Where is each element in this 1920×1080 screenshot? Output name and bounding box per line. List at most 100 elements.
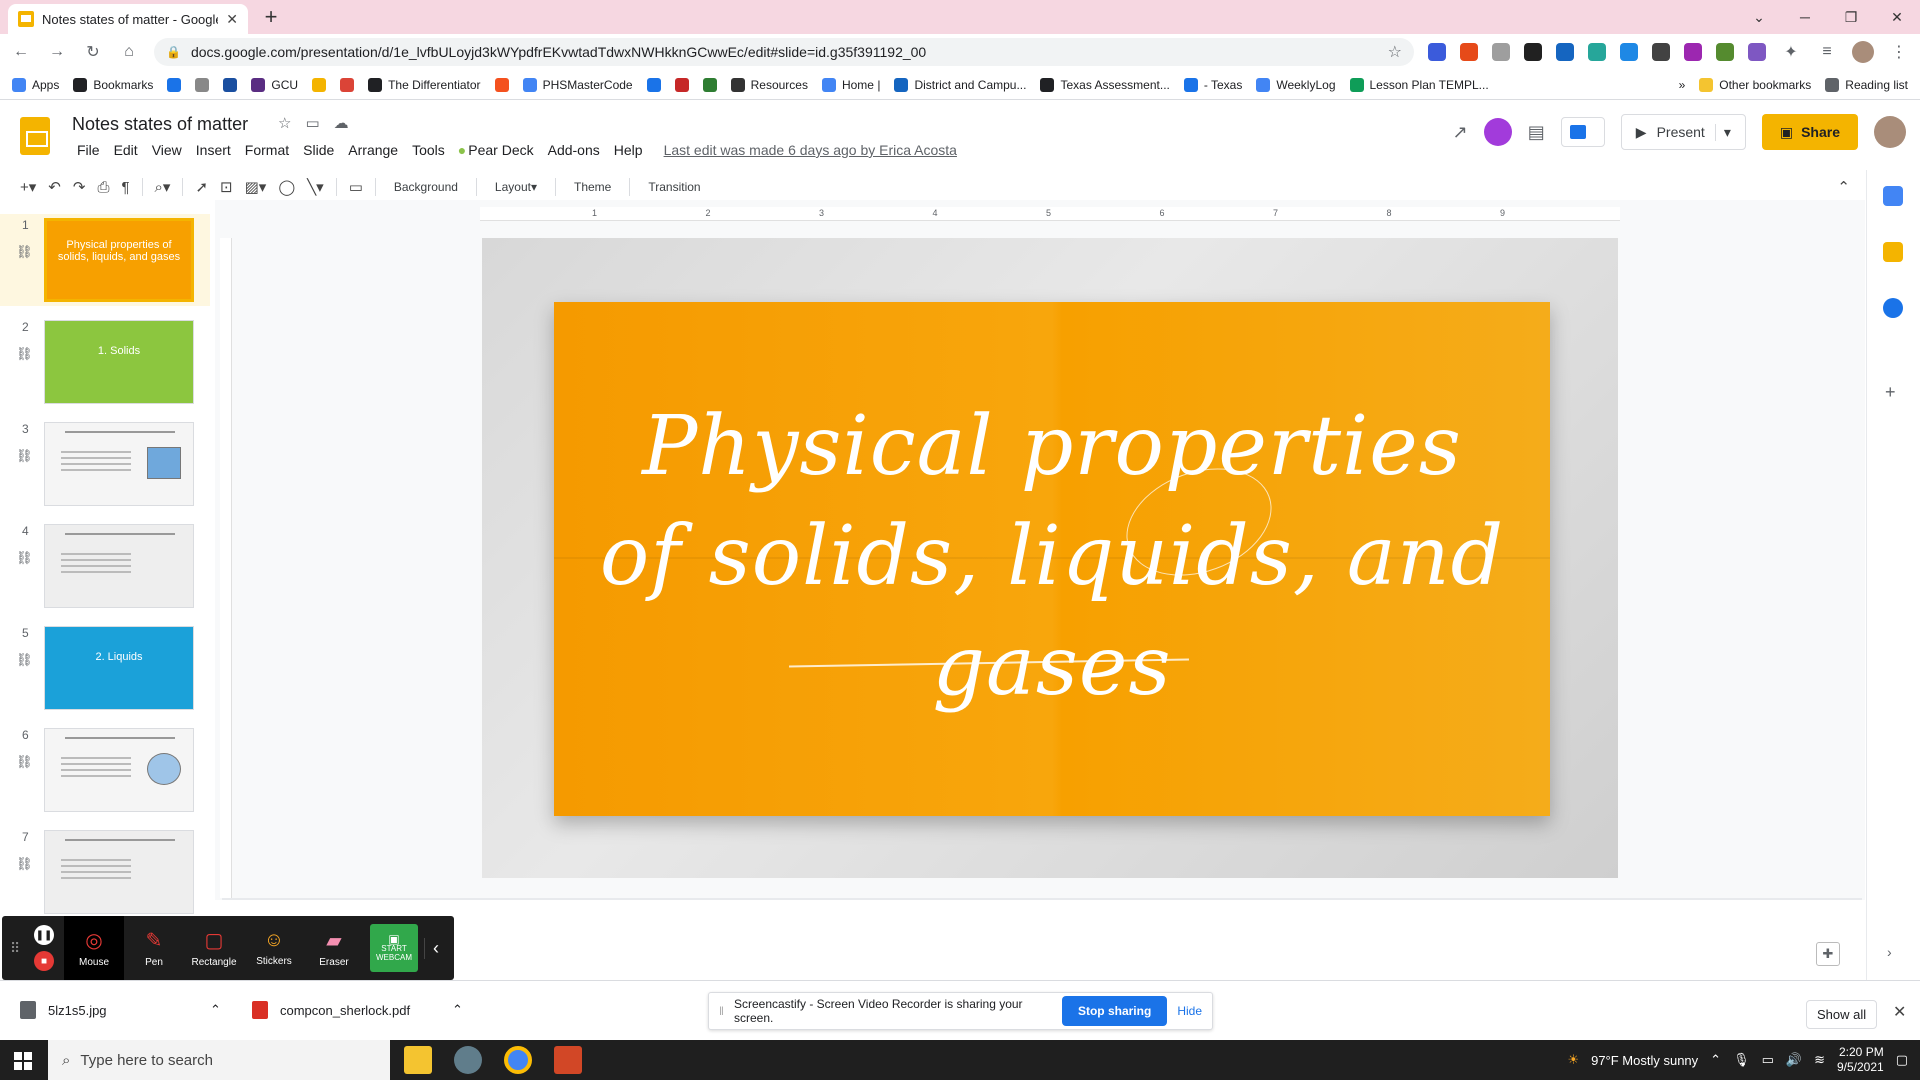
slide-thumbnail-row[interactable]: 4 ⛓	[0, 520, 210, 612]
layout-button[interactable]: Layout▾	[489, 180, 543, 194]
tasks-icon[interactable]	[1883, 298, 1903, 318]
extension-icon[interactable]	[1684, 43, 1702, 61]
profile-dropdown-icon[interactable]: ⌄	[1736, 9, 1782, 26]
chrome-icon[interactable]	[504, 1046, 532, 1074]
theme-button[interactable]: Theme	[568, 180, 617, 194]
bookmark-item[interactable]: - Texas	[1183, 77, 1242, 92]
linked-slide-icon[interactable]: ⛓	[16, 448, 33, 464]
start-webcam-button[interactable]: ▣ START WEBCAM	[370, 924, 418, 972]
bookmark-item[interactable]	[494, 77, 509, 92]
download-item[interactable]: compcon_sherlock.pdf ⌃	[252, 1001, 463, 1019]
bookmark-item[interactable]: WeeklyLog	[1256, 77, 1336, 92]
reading-list[interactable]: Reading list	[1825, 77, 1908, 92]
browser-tab[interactable]: Notes states of matter - Google ✕	[8, 4, 248, 34]
slide-thumbnail-row[interactable]: 1 ⛓ Physical properties of solids, liquids…	[0, 214, 210, 306]
file-explorer-icon[interactable]	[404, 1046, 432, 1074]
wifi-icon[interactable]: ≋	[1814, 1052, 1825, 1068]
extension-icon[interactable]	[1620, 43, 1638, 61]
bookmark-item[interactable]: Home |	[821, 77, 880, 92]
line-icon[interactable]: ╲▾	[307, 178, 324, 196]
calendar-icon[interactable]	[1883, 186, 1903, 206]
download-options-icon[interactable]: ⌃	[210, 1002, 221, 1018]
menu-file[interactable]: File	[70, 142, 107, 158]
current-slide[interactable]: Physical properties of solids, liquids, …	[482, 238, 1618, 878]
bookmark-item[interactable]	[646, 77, 661, 92]
extension-icon[interactable]	[1556, 43, 1574, 61]
bookmark-item[interactable]: Apps	[12, 77, 59, 92]
new-slide-icon[interactable]: +▾	[20, 178, 36, 196]
menu-slide[interactable]: Slide	[296, 142, 341, 158]
bookmark-item[interactable]	[167, 77, 182, 92]
paint-format-icon[interactable]: ¶	[121, 179, 129, 196]
windows-start-icon[interactable]	[14, 1052, 32, 1070]
slide-thumbnail-row[interactable]: 2 ⛓ 1. Solids	[0, 316, 210, 408]
slide-thumbnail[interactable]	[44, 422, 194, 506]
undo-icon[interactable]: ↶	[48, 178, 61, 196]
notifications-icon[interactable]: ▢	[1896, 1052, 1908, 1068]
slide-thumbnail-row[interactable]: 7 ⛓	[0, 826, 210, 918]
get-addons-icon[interactable]: +	[1885, 382, 1896, 403]
app-icon[interactable]	[454, 1046, 482, 1074]
bookmark-item[interactable]: GCU	[251, 77, 298, 92]
extension-icon[interactable]	[1652, 43, 1670, 61]
tray-chevron-icon[interactable]: ⌃	[1710, 1052, 1721, 1068]
bookmark-item[interactable]: The Differentiator	[368, 77, 481, 92]
lock-icon[interactable]: 🔒	[166, 45, 181, 59]
transition-button[interactable]: Transition	[642, 180, 706, 194]
menu-arrange[interactable]: Arrange	[341, 142, 405, 158]
profile-avatar[interactable]	[1852, 41, 1874, 63]
present-dropdown-icon[interactable]: ▾	[1714, 123, 1731, 141]
microphone-icon[interactable]: 🎙	[1733, 1052, 1750, 1068]
address-bar[interactable]: 🔒 docs.google.com/presentation/d/1e_lvfb…	[154, 38, 1414, 66]
forward-icon[interactable]: →	[46, 43, 68, 61]
drag-handle-icon[interactable]: ⠿	[10, 940, 24, 957]
document-title[interactable]: Notes states of matter	[72, 114, 248, 135]
slide-thumbnail[interactable]: 2. Liquids	[44, 626, 194, 710]
bookmark-item[interactable]	[674, 77, 689, 92]
network-icon[interactable]: ▭	[1762, 1052, 1774, 1068]
extension-icon[interactable]	[1428, 43, 1446, 61]
google-slides-logo-icon[interactable]	[20, 117, 50, 155]
image-icon[interactable]: ▨▾	[245, 178, 267, 196]
slide-thumbnail-row[interactable]: 6 ⛓	[0, 724, 210, 816]
text-box-icon[interactable]: ⊡	[220, 178, 233, 196]
drag-grip-icon[interactable]: ‖	[719, 1004, 724, 1018]
stickers-tool[interactable]: ☺ Stickers	[244, 916, 304, 980]
slide-thumbnail[interactable]: 1. Solids	[44, 320, 194, 404]
collapse-toolbar-chevron-icon[interactable]: ‹	[424, 937, 447, 959]
slide-thumbnail[interactable]	[44, 830, 194, 914]
activity-trend-icon[interactable]: ↗	[1453, 122, 1468, 143]
slide-thumbnail[interactable]	[44, 524, 194, 608]
bookmark-star-icon[interactable]: ☆	[1388, 42, 1402, 62]
last-edit-link[interactable]: Last edit was made 6 days ago by Erica A…	[650, 142, 964, 158]
redo-icon[interactable]: ↷	[73, 178, 86, 196]
linked-slide-icon[interactable]: ⛓	[16, 856, 33, 872]
linked-slide-icon[interactable]: ⛓	[16, 346, 33, 362]
extensions-puzzle-icon[interactable]: ✦	[1780, 42, 1802, 62]
restore-icon[interactable]: ❐	[1828, 9, 1874, 26]
close-tab-icon[interactable]: ✕	[226, 11, 238, 28]
zoom-icon[interactable]: ⌕▾	[155, 178, 171, 196]
menu-add-ons[interactable]: Add-ons	[541, 142, 607, 158]
star-icon[interactable]: ☆	[278, 114, 291, 132]
volume-icon[interactable]: 🔊	[1786, 1052, 1802, 1068]
clock[interactable]: 2:20 PM 9/5/2021	[1837, 1045, 1884, 1075]
bookmark-item[interactable]	[195, 77, 210, 92]
download-options-icon[interactable]: ⌃	[452, 1002, 463, 1018]
extension-icon[interactable]	[1492, 43, 1510, 61]
stop-record-icon[interactable]: ■	[34, 951, 54, 971]
extension-icon[interactable]	[1524, 43, 1542, 61]
explore-icon[interactable]: ✚	[1816, 942, 1840, 966]
bookmark-item[interactable]	[312, 77, 327, 92]
powerpoint-icon[interactable]	[554, 1046, 582, 1074]
extension-icon[interactable]	[1748, 43, 1766, 61]
bookmark-item[interactable]: District and Campu...	[894, 77, 1026, 92]
bookmark-item[interactable]: Texas Assessment...	[1040, 77, 1170, 92]
linked-slide-icon[interactable]: ⛓	[16, 244, 33, 260]
select-cursor-icon[interactable]: ➚	[195, 178, 208, 196]
linked-slide-icon[interactable]: ⛓	[16, 652, 33, 668]
account-avatar[interactable]	[1874, 116, 1906, 148]
rectangle-tool[interactable]: ▢ Rectangle	[184, 916, 244, 980]
bookmark-item[interactable]: Lesson Plan TEMPL...	[1349, 77, 1489, 92]
reading-mode-icon[interactable]: ≡	[1816, 43, 1838, 61]
